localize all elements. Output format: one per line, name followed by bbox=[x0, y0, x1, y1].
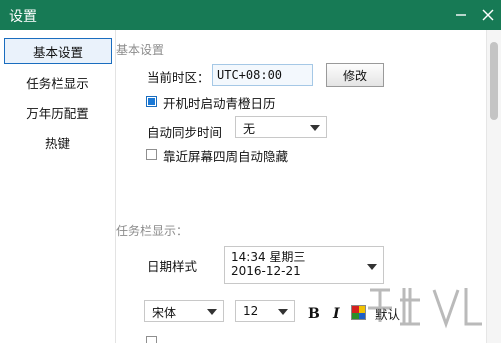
font-family-value: 宋体 bbox=[152, 306, 177, 320]
timezone-label: 当前时区： bbox=[147, 70, 210, 85]
close-icon bbox=[482, 9, 494, 21]
minimize-button[interactable] bbox=[448, 0, 474, 30]
sidebar-item-calendar[interactable]: 万年历配置 bbox=[0, 99, 115, 125]
color-swatch-blue bbox=[358, 312, 365, 319]
italic-button[interactable]: I bbox=[333, 306, 340, 322]
modify-timezone-button[interactable]: 修改 bbox=[326, 63, 384, 87]
minimize-icon bbox=[456, 14, 466, 16]
autosync-select[interactable]: 无 bbox=[235, 116, 327, 138]
chevron-down-icon bbox=[367, 264, 377, 270]
date-style-date: 2016-12-21 bbox=[231, 264, 301, 278]
section-title-basic: 基本设置 bbox=[116, 43, 165, 57]
settings-sidebar: 基本设置 任务栏显示 万年历配置 热键 bbox=[0, 30, 116, 343]
timezone-field[interactable]: UTC+08:00 bbox=[212, 64, 313, 86]
autohide-label: 靠近屏幕四周自动隐藏 bbox=[163, 149, 289, 164]
startup-label: 开机时启动青橙日历 bbox=[163, 96, 276, 111]
sidebar-item-hotkeys[interactable]: 热键 bbox=[0, 129, 115, 155]
chevron-down-icon bbox=[278, 309, 288, 315]
sidebar-item-basic[interactable]: 基本设置 bbox=[4, 38, 112, 64]
font-family-select[interactable]: 宋体 bbox=[144, 300, 224, 322]
autohide-checkbox[interactable] bbox=[146, 149, 157, 160]
font-size-value: 12 bbox=[243, 304, 259, 318]
window-title: 设置 bbox=[9, 9, 37, 25]
startup-checkbox[interactable] bbox=[146, 96, 157, 107]
autosync-label: 自动同步时间 bbox=[147, 125, 223, 140]
chevron-down-icon bbox=[310, 125, 320, 131]
close-button[interactable] bbox=[475, 0, 501, 30]
color-palette-icon[interactable] bbox=[351, 305, 366, 320]
settings-content: 基本设置 当前时区： UTC+08:00 修改 开机时启动青橙日历 自动同步时间… bbox=[116, 30, 486, 343]
section-title-taskbar: 任务栏显示： bbox=[116, 224, 189, 238]
partial-checkbox[interactable] bbox=[146, 336, 157, 343]
chevron-down-icon bbox=[207, 309, 217, 315]
scrollbar-thumb[interactable] bbox=[490, 42, 498, 120]
autosync-value: 无 bbox=[243, 122, 256, 136]
date-style-time: 14:34 星期三 bbox=[231, 250, 306, 264]
date-style-select[interactable]: 14:34 星期三 2016-12-21 bbox=[224, 246, 384, 284]
sidebar-item-taskbar[interactable]: 任务栏显示 bbox=[0, 69, 115, 95]
font-size-select[interactable]: 12 bbox=[235, 300, 295, 322]
date-style-label: 日期样式 bbox=[147, 259, 198, 274]
bold-button[interactable]: B bbox=[308, 306, 320, 322]
title-bar: 设置 bbox=[0, 0, 501, 30]
vertical-scrollbar[interactable] bbox=[486, 30, 501, 343]
default-button[interactable]: 默认 bbox=[375, 304, 400, 323]
